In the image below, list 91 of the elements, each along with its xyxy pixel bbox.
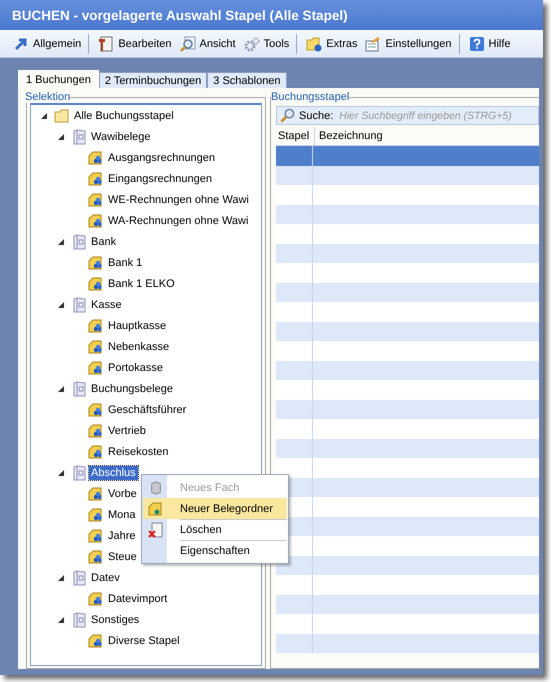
tree-item[interactable]: Bank 1 xyxy=(106,256,144,270)
cabinet-icon xyxy=(71,234,87,250)
tree-item[interactable]: Bank xyxy=(89,234,118,248)
window-title: BUCHEN - vorgelagerte Auswahl Stapel (Alle Stapel) xyxy=(12,8,348,22)
tree-item[interactable]: Hauptkasse xyxy=(106,318,168,332)
column-header[interactable]: Stapel xyxy=(276,127,315,145)
folder-icon xyxy=(88,548,104,564)
tree-item[interactable]: Portokasse xyxy=(106,360,166,374)
table-row[interactable] xyxy=(276,556,539,575)
cabinet-icon xyxy=(71,612,87,628)
search-icon xyxy=(280,108,295,123)
expander-icon[interactable] xyxy=(58,238,64,244)
tab[interactable]: 1 Buchungen xyxy=(18,70,99,89)
expander-icon[interactable] xyxy=(58,386,64,392)
folder-icon xyxy=(88,506,104,522)
folder-icon xyxy=(88,276,104,292)
tree-item[interactable]: WA-Rechnungen ohne Wawi xyxy=(106,214,250,228)
tree-item[interactable]: Datev xyxy=(89,570,122,584)
gear-icon xyxy=(244,36,260,52)
cabinet-icon xyxy=(71,380,87,396)
arrow-icon xyxy=(13,36,29,52)
tree-item[interactable]: Buchungsbelege xyxy=(89,382,175,396)
cabinet-icon xyxy=(71,128,87,144)
tree-item[interactable]: Geschäftsführer xyxy=(106,402,188,416)
tree-item[interactable]: Mona xyxy=(106,508,138,522)
folder-icon xyxy=(306,36,322,52)
tree-item[interactable]: Datevimport xyxy=(106,592,170,606)
toolbar-button[interactable]: Allgemein xyxy=(10,34,90,54)
expander-icon[interactable] xyxy=(58,134,64,140)
tree-item[interactable]: Sonstiges xyxy=(89,612,142,626)
folder-icon xyxy=(88,402,104,418)
folder-icon xyxy=(88,338,104,354)
search-field[interactable]: Suche: Hier Suchbegriff eingeben (STRG+5) xyxy=(276,106,539,125)
folder-icon xyxy=(148,500,164,516)
folder-icon xyxy=(88,150,104,166)
folder-icon xyxy=(88,486,104,502)
folder-icon xyxy=(88,192,104,208)
tree-item[interactable]: Abschlus xyxy=(89,466,138,480)
tree-item[interactable]: Reisekosten xyxy=(106,444,171,458)
folder-icon xyxy=(88,632,104,648)
cube-icon xyxy=(148,480,162,494)
tree-item[interactable]: Nebenkasse xyxy=(106,340,172,354)
group-title: Buchungsstapel xyxy=(271,91,350,103)
delete-icon xyxy=(148,522,164,538)
expander-icon[interactable] xyxy=(58,616,64,622)
tree-item[interactable]: Alle Buchungsstapel xyxy=(72,108,176,122)
expander-icon[interactable] xyxy=(58,470,64,476)
toolbar-button[interactable]: Einstellungen xyxy=(362,34,460,54)
tree-item[interactable]: Kasse xyxy=(89,298,124,312)
tab[interactable]: 3 Schablonen xyxy=(207,72,287,88)
folder-icon xyxy=(88,318,104,334)
folder-icon xyxy=(88,254,104,270)
toolbar-button[interactable]: Ansicht xyxy=(176,34,239,54)
folder-icon xyxy=(54,108,70,124)
tree-item[interactable]: Jahre xyxy=(106,528,138,542)
tree-item[interactable]: Vertrieb xyxy=(106,424,148,438)
group-title: Selektion xyxy=(25,91,70,103)
folder-icon xyxy=(88,590,104,606)
folder-icon xyxy=(88,528,104,544)
table-row[interactable] xyxy=(276,166,539,185)
folder-icon xyxy=(88,422,104,438)
cabinet-icon xyxy=(71,296,87,312)
tree-item[interactable]: Eingangsrechnungen xyxy=(106,172,214,186)
toolbar-button[interactable]: Extras xyxy=(303,34,360,54)
help-icon xyxy=(468,36,485,52)
toolbar-button[interactable]: Bearbeiten xyxy=(95,34,175,54)
folder-icon xyxy=(88,170,104,186)
tree-item[interactable]: Steue xyxy=(106,550,139,564)
tab[interactable]: 2 Terminbuchungen xyxy=(98,72,208,88)
clipboard-icon xyxy=(365,36,382,52)
folder-icon xyxy=(88,444,104,460)
tree-item[interactable]: Vorbe xyxy=(106,486,139,500)
search-label: Suche: xyxy=(299,110,334,122)
folder-icon xyxy=(88,212,104,228)
tree-item[interactable]: Bank 1 ELKO xyxy=(106,276,177,290)
tree-item[interactable]: Ausgangsrechnungen xyxy=(106,150,218,164)
expander-icon[interactable] xyxy=(58,302,64,308)
book-icon xyxy=(98,36,114,52)
folder-icon xyxy=(88,360,104,376)
cabinet-icon xyxy=(71,570,87,586)
menu-item[interactable]: Neuer Belegordner xyxy=(143,498,287,519)
toolbar-button[interactable]: Hilfe xyxy=(466,34,514,54)
cabinet-icon xyxy=(71,464,87,480)
tree-item[interactable]: Diverse Stapel xyxy=(106,634,182,648)
column-header[interactable]: Bezeichnung xyxy=(315,127,539,145)
toolbar-button[interactable]: Tools xyxy=(240,34,298,54)
expander-icon[interactable] xyxy=(58,574,64,580)
tree-item[interactable]: Wawibelege xyxy=(89,130,153,144)
tree-item[interactable]: WE-Rechnungen ohne Wawi xyxy=(106,192,251,206)
expander-icon[interactable] xyxy=(41,112,47,118)
magnifier-icon xyxy=(180,36,196,52)
